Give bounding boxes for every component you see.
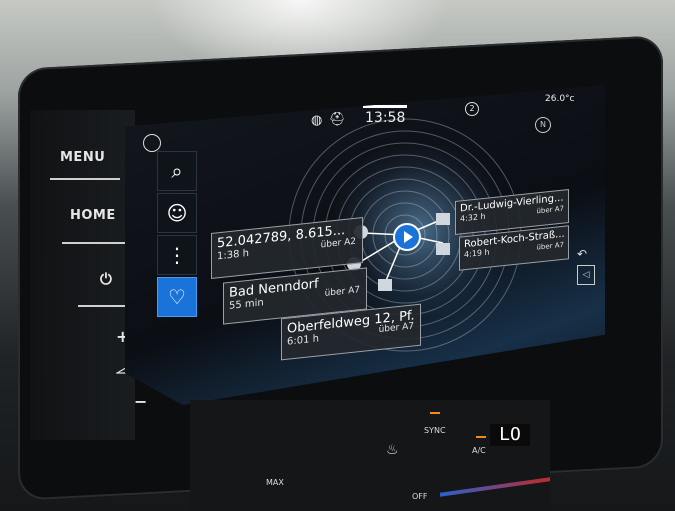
divider-line [62,242,132,244]
seat-heat-icon[interactable]: ♨ [386,442,399,458]
destination-pin-icon[interactable] [436,243,450,255]
destination-route: über A7 [536,204,564,216]
power-button[interactable]: ⏻ [100,270,112,288]
sync-button[interactable]: SYNC [424,426,446,435]
home-button[interactable]: HOME [70,208,116,223]
destination-route: über A7 [536,240,564,252]
back-arrow-icon[interactable]: ↶ [577,247,587,261]
climate-control-panel: SYNC A/C LO MAX OFF ♨ [190,400,550,511]
divider-line [50,178,120,180]
ac-button[interactable]: A/C [472,446,486,455]
temperature-display: LO [490,424,530,446]
max-defrost-button[interactable]: MAX [266,478,284,487]
person-icon: ⛑ [329,112,346,127]
fan-off-button[interactable]: OFF [412,492,428,501]
notification-badge[interactable]: 2 [465,102,479,116]
map-volume-icon[interactable]: ◁ [577,265,595,285]
destination-pin-icon[interactable] [378,279,392,291]
temperature-slider[interactable] [440,477,550,497]
destination-pin-icon[interactable] [436,213,450,225]
ac-indicator-light [476,436,486,438]
compass-icon[interactable]: N [535,117,551,133]
contacts-icon[interactable]: ☺ [157,193,197,233]
outside-temperature: 26.0°c [545,94,575,104]
more-options-icon[interactable]: ⋮ [157,235,197,275]
side-menu: ⌕ ☺ ⋮ ♡ [157,151,197,321]
favorites-heart-icon[interactable]: ♡ [157,277,197,317]
sync-indicator-light [430,412,440,414]
current-position-marker [393,223,421,251]
volume-down-button[interactable]: − [134,392,148,411]
time-indicator-bar [363,105,407,108]
clock-time: 13:58 [365,110,406,126]
signal-icon: ◍ [311,113,323,128]
route-search-icon[interactable]: ⌕ [157,151,197,191]
app-menu-icon[interactable] [143,134,161,152]
menu-button[interactable]: MENU [60,150,105,165]
